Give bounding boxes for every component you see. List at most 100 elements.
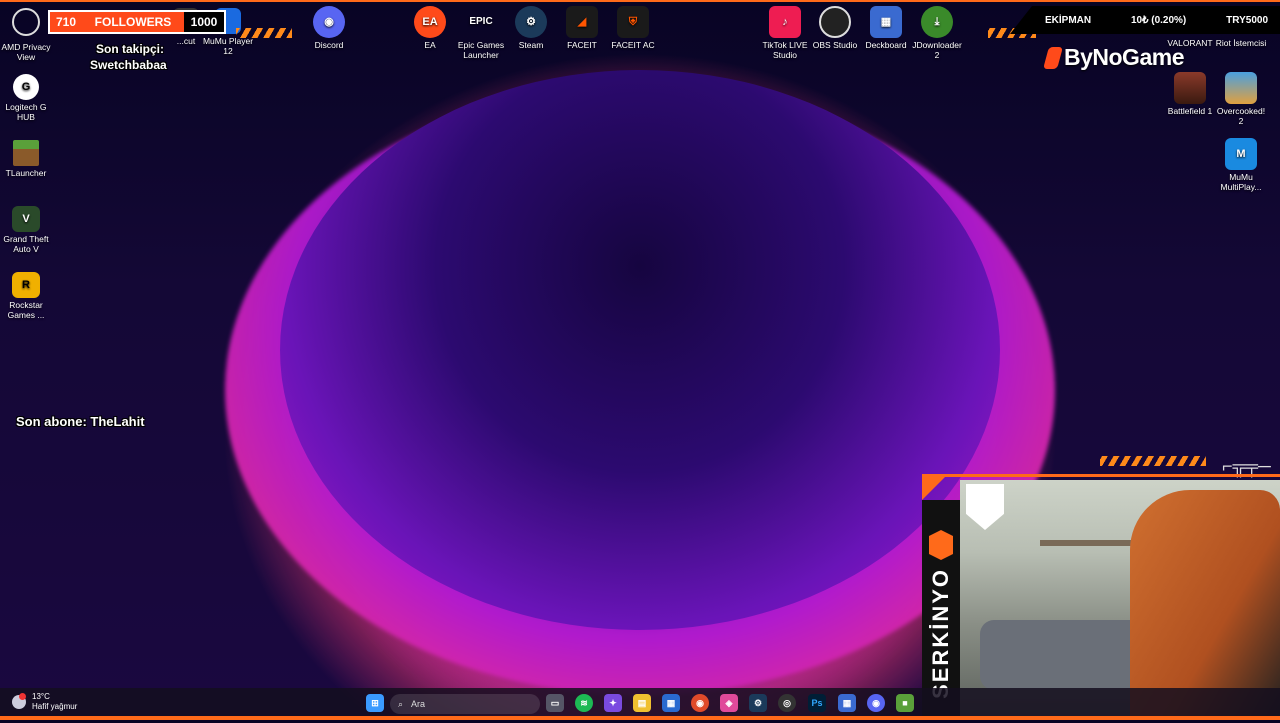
desktop-icon-tiktok[interactable]: ♪ TikTok LIVE Studio — [759, 6, 811, 60]
desktop-icon-label: EA — [424, 40, 436, 50]
epic-games-icon: EPIC — [469, 16, 493, 27]
desktop-icon-ea[interactable]: EA EA — [404, 6, 456, 50]
desktop-icon-tlauncher[interactable]: TLauncher — [0, 140, 52, 178]
desktop-icon-label: Steam — [518, 40, 544, 50]
desktop-icon-epic[interactable]: EPIC Epic Games Launcher — [455, 6, 507, 61]
desktop-icon-faceit-ac[interactable]: ⛨ FACEIT AC — [607, 6, 659, 50]
rockstar-icon: R — [12, 272, 40, 298]
overlay-stripes-cam — [1100, 456, 1206, 466]
desktop-icon-label: AMD Privacy View — [1, 42, 51, 62]
desktop-icon-deckboard[interactable]: ▦ Deckboard — [860, 6, 912, 50]
file-explorer-taskbar-icon[interactable]: ▤ — [633, 694, 651, 712]
amd-privacy-icon — [12, 8, 40, 36]
desktop-icon-label: Discord — [314, 40, 344, 50]
desktop-icon-gta5[interactable]: V Grand Theft Auto V — [0, 206, 52, 254]
desktop-icon-steam[interactable]: ⚙ Steam — [505, 6, 557, 50]
desktop-icon-battlefield[interactable]: Battlefield 1 — [1164, 72, 1216, 116]
desktop-icon-label: Epic Games Launcher — [457, 40, 505, 60]
copilot-taskbar-icon[interactable]: ✦ — [604, 694, 622, 712]
weather-widget[interactable]: 13°C Hafif yağmur — [12, 692, 77, 712]
tlauncher-taskbar-icon[interactable]: ■ — [896, 694, 914, 712]
overlay-bottom-border — [0, 716, 1280, 720]
sponsor-logo: ByNoGame — [1043, 44, 1184, 71]
last-follower-label: Son takipçi: — [96, 42, 165, 56]
overlay-stripes-left — [236, 28, 292, 38]
photoshop-taskbar-icon[interactable]: Ps — [808, 694, 826, 712]
desktop-icon-faceit[interactable]: ◢ FACEIT — [556, 6, 608, 50]
task-view-button[interactable]: ▭ — [546, 694, 564, 712]
streamer-nameplate: SERKİNYO — [922, 500, 960, 720]
tlauncher-icon — [13, 140, 39, 166]
discord-icon: ◉ — [313, 6, 345, 38]
start-button[interactable]: ⊞ — [366, 694, 384, 712]
steam-taskbar-icon[interactable]: ⚙ — [749, 694, 767, 712]
faceit-icon: ◢ — [566, 6, 598, 38]
equipment-ticker: EKİPMAN 10₺ (0.20%) TRY5000 — [1010, 6, 1280, 34]
weather-desc: Hafif yağmur — [32, 702, 78, 711]
gta5-icon: V — [12, 206, 40, 232]
chrome-taskbar-icon[interactable]: ◉ — [691, 694, 709, 712]
ea-icon: EA — [414, 6, 446, 38]
desktop-icon-label: Grand Theft Auto V — [3, 234, 49, 254]
desktop-icon-amd-privacy[interactable]: AMD Privacy View — [0, 8, 52, 62]
desktop-icon-overcooked[interactable]: Overcooked! 2 — [1215, 72, 1267, 126]
deckboard-taskbar-icon[interactable]: ▦ — [838, 694, 856, 712]
followers-goal: 1000 — [184, 12, 224, 32]
search-placeholder: Ara — [411, 699, 426, 709]
desktop-icon-label: JDownloader 2 — [912, 40, 962, 60]
desktop-icon-label: Riot İstemcisi — [1215, 38, 1267, 48]
search-icon: ⌕ — [398, 698, 404, 709]
ticker-change: 10₺ (0.20%) — [1130, 14, 1187, 26]
taskbar-search[interactable]: ⌕ Ara — [390, 694, 540, 714]
desktop-icon-label: Deckboard — [865, 40, 907, 50]
overlay-top-border — [0, 0, 1280, 2]
desktop-icon-label: FACEIT — [567, 40, 597, 50]
battlefield-icon — [1174, 72, 1206, 104]
desktop-icon-riot[interactable]: Riot İstemcisi — [1212, 38, 1270, 48]
desktop-icon-label: Overcooked! 2 — [1216, 106, 1266, 126]
obs-icon — [819, 6, 851, 38]
streamer-badge-icon — [929, 530, 953, 560]
weather-icon — [12, 693, 26, 709]
desktop-icon-rockstar[interactable]: R Rockstar Games ... — [0, 272, 52, 320]
jdownloader-icon: ⤓ — [921, 6, 953, 38]
overcooked-icon — [1225, 72, 1257, 104]
desktop-icon-label: FACEIT AC — [611, 40, 655, 50]
spotify-taskbar-icon[interactable]: ≋ — [575, 694, 593, 712]
wallpaper-orb-core — [280, 70, 1000, 630]
app-taskbar-icon[interactable]: ◈ — [720, 694, 738, 712]
steam-icon: ⚙ — [515, 6, 547, 38]
desktop-icon-label: Logitech G HUB — [5, 102, 47, 122]
last-follower-name: Swetchbabaa — [90, 58, 167, 72]
desktop-icon-obs[interactable]: OBS Studio — [809, 6, 861, 50]
desktop-icon-jdownloader[interactable]: ⤓ JDownloader 2 — [911, 6, 963, 60]
discord-taskbar-icon[interactable]: ◉ — [867, 694, 885, 712]
followers-count: 710 — [55, 15, 77, 29]
ticker-code: TRY5000 — [1226, 14, 1268, 26]
followers-label: FOLLOWERS — [94, 15, 172, 29]
deckboard-icon: ▦ — [870, 6, 902, 38]
obs-taskbar-icon[interactable]: ◎ — [778, 694, 796, 712]
desktop-icon-label: TikTok LIVE Studio — [762, 40, 808, 60]
store-taskbar-icon[interactable]: ▦ — [662, 694, 680, 712]
logitech-ghub-icon: G — [13, 74, 39, 100]
tiktok-live-icon: ♪ — [769, 6, 801, 38]
bynogame-logo-icon — [1043, 46, 1063, 69]
weather-temp: 13°C — [32, 692, 50, 701]
desktop-icon-label: Rockstar Games ... — [7, 300, 45, 320]
desktop-icon-label: Battlefield 1 — [1167, 106, 1213, 116]
desktop-icon-label: MuMu MultiPlay... — [1220, 172, 1262, 192]
last-subscriber: Son abone: TheLahit — [16, 414, 145, 429]
streamer-name: SERKİNYO — [928, 568, 953, 699]
ticker-label: EKİPMAN — [1045, 14, 1092, 26]
followers-goal-bar: 710 FOLLOWERS 1000 — [48, 10, 226, 34]
desktop-icon-mumu-multiplayer[interactable]: M MuMu MultiPlay... — [1215, 138, 1267, 192]
faceit-ac-icon: ⛨ — [617, 6, 649, 38]
desktop-icon-label: OBS Studio — [812, 40, 858, 50]
desktop-icon-logitech[interactable]: G Logitech G HUB — [0, 74, 52, 122]
desktop-icon-label: TLauncher — [5, 168, 47, 178]
sponsor-name: ByNoGame — [1064, 44, 1184, 70]
mumu-multiplayer-icon: M — [1225, 138, 1257, 170]
desktop-icon-label: MuMu Player 12 — [202, 36, 254, 56]
desktop-icon-discord[interactable]: ◉ Discord — [303, 6, 355, 50]
